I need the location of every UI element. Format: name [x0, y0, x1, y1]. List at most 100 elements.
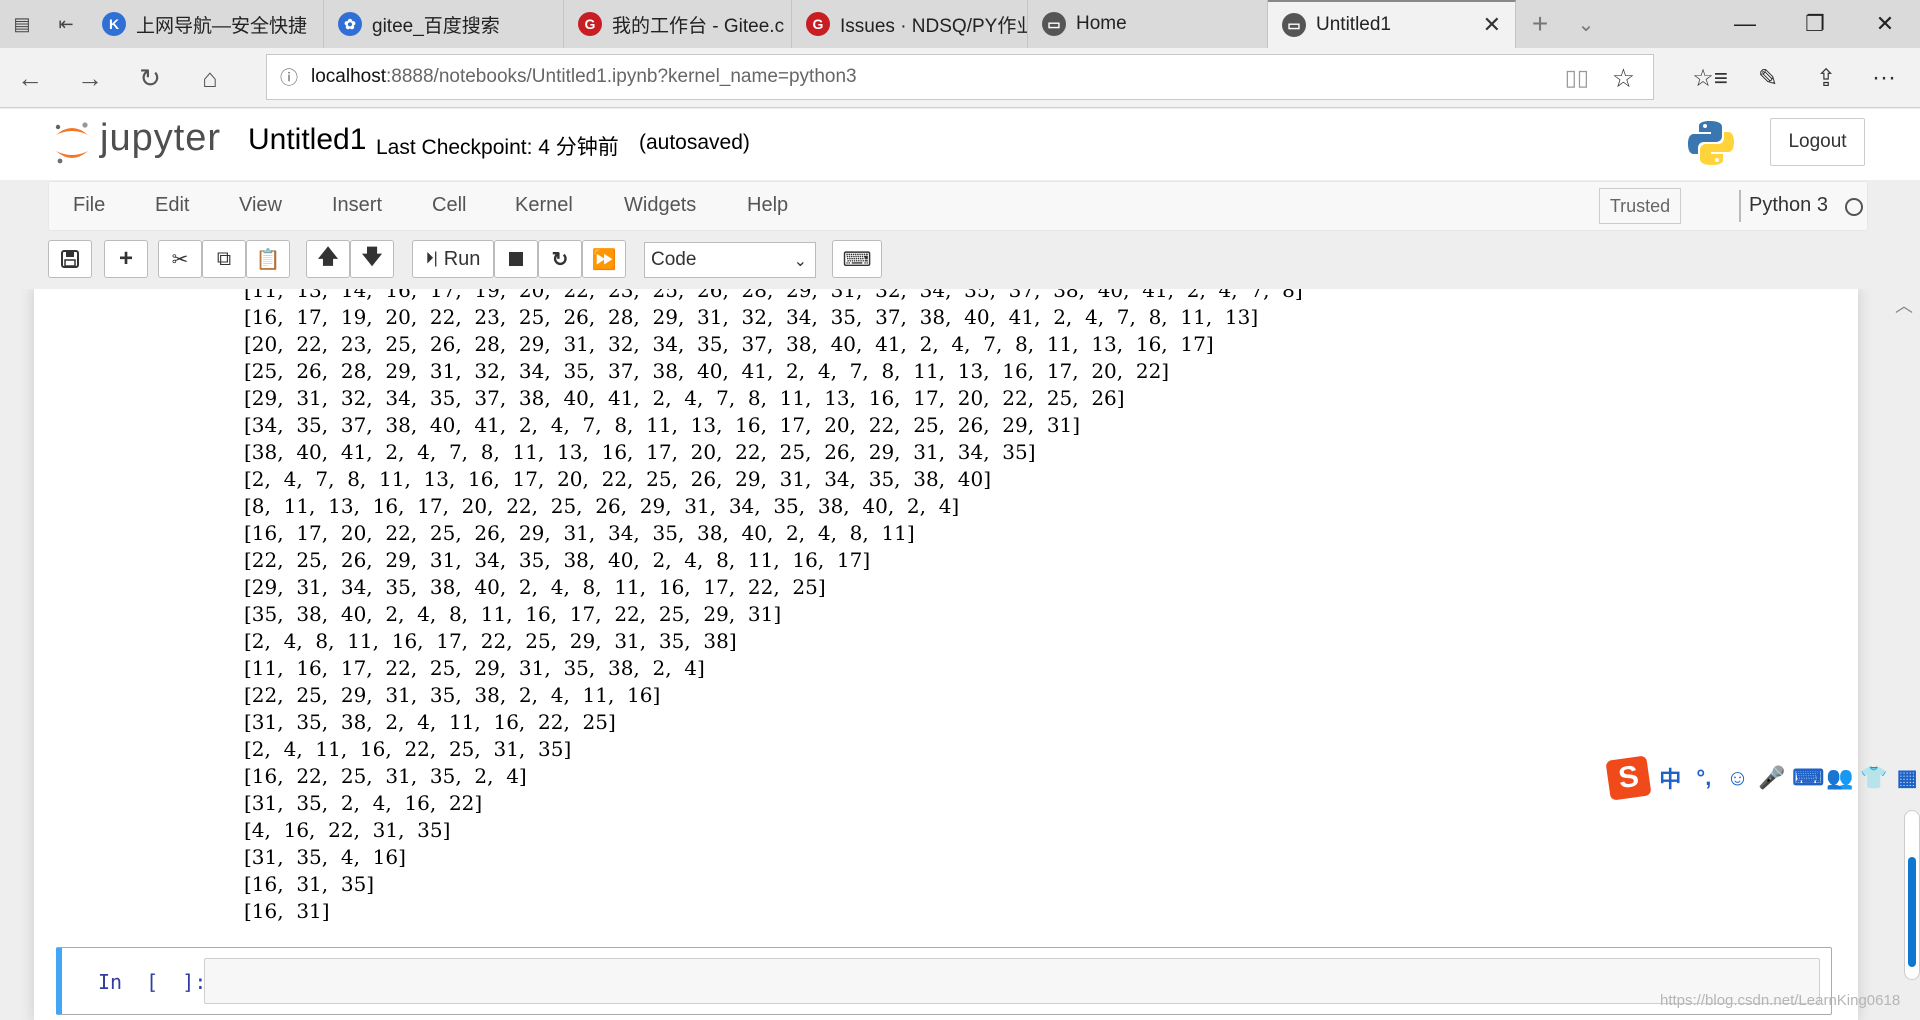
- output-line: [20, 22, 23, 25, 26, 28, 29, 31, 32, 34,…: [244, 332, 1214, 356]
- back-tabs-icon[interactable]: ⇤: [44, 0, 88, 48]
- cut-button[interactable]: ✂: [158, 240, 202, 278]
- output-line: [29, 31, 32, 34, 35, 37, 38, 40, 41, 2, …: [244, 386, 1125, 410]
- browser-tab[interactable]: G Issues · NDSQ/PY作业: [792, 0, 1028, 48]
- ime-toolbar: S 中 °, ☺ 🎤 ⌨ 👥 👕 ▦: [1605, 755, 1920, 801]
- python-logo-icon: [1688, 121, 1734, 165]
- menu-file[interactable]: File: [73, 194, 105, 217]
- ime-punctuation-icon[interactable]: °,: [1691, 765, 1717, 791]
- tab-title: gitee_百度搜索: [372, 15, 500, 37]
- tab-title: 上网导航—安全快捷: [136, 15, 308, 37]
- menu-view[interactable]: View: [239, 194, 282, 217]
- favorite-star-icon[interactable]: ☆: [1612, 63, 1635, 94]
- ime-skin-icon[interactable]: 👕: [1860, 765, 1887, 791]
- page-icon: ▭: [1282, 13, 1306, 37]
- restart-run-all-button[interactable]: ⏩: [582, 240, 626, 278]
- menu-insert[interactable]: Insert: [332, 194, 382, 217]
- menu-help[interactable]: Help: [747, 194, 788, 217]
- tab-groups-icon[interactable]: ▤: [0, 0, 44, 48]
- copy-button[interactable]: ⧉: [202, 240, 246, 278]
- tab-title: Home: [1076, 13, 1127, 34]
- browser-tab[interactable]: K 上网导航—安全快捷: [88, 0, 324, 48]
- close-window-button[interactable]: ✕: [1850, 0, 1920, 48]
- run-label: Run: [443, 247, 481, 270]
- browser-tab[interactable]: G 我的工作台 - Gitee.c: [564, 0, 792, 48]
- paste-icon: 📋: [255, 248, 281, 271]
- interrupt-button[interactable]: [494, 240, 538, 278]
- ime-emoji-icon[interactable]: ☺: [1725, 765, 1751, 791]
- move-down-button[interactable]: 🡇: [350, 240, 394, 278]
- stop-icon: [509, 252, 523, 266]
- share-icon[interactable]: ⇪: [1804, 56, 1848, 100]
- output-line: [16, 17, 19, 20, 22, 23, 25, 26, 28, 29,…: [244, 305, 1259, 329]
- sogou-logo-icon[interactable]: S: [1605, 755, 1653, 801]
- browser-tab-strip: ▤ ⇤ K 上网导航—安全快捷 ✿ gitee_百度搜索 G 我的工作台 - Gitee.…: [0, 0, 1920, 48]
- output-line: [25, 26, 28, 29, 31, 32, 34, 35, 37, 38,…: [244, 359, 1170, 383]
- notebook-scroll-area[interactable]: [11, 13, 14, 16, 17, 19, 20, 22, 23, 25,…: [0, 289, 1920, 1020]
- close-tab-icon[interactable]: ✕: [1483, 12, 1501, 38]
- new-tab-button[interactable]: +: [1516, 0, 1564, 48]
- logout-button[interactable]: Logout: [1770, 118, 1865, 166]
- browser-tab[interactable]: ▭ Home: [1028, 0, 1268, 48]
- ime-user-icon[interactable]: 👥: [1826, 765, 1853, 791]
- reading-view-icon[interactable]: ▯▯: [1565, 65, 1589, 91]
- kernel-idle-indicator-icon: [1845, 198, 1863, 216]
- output-line: [2, 4, 8, 11, 16, 17, 22, 25, 29, 31, 35…: [244, 629, 737, 653]
- trusted-indicator[interactable]: Trusted: [1599, 188, 1681, 224]
- ime-microphone-icon[interactable]: 🎤: [1758, 765, 1785, 791]
- browser-tab[interactable]: ▭ Untitled1 ✕: [1268, 0, 1516, 48]
- more-icon[interactable]: ···: [1862, 56, 1906, 100]
- tab-title: Issues · NDSQ/PY作业: [840, 15, 1028, 37]
- ime-toolbox-icon[interactable]: ▦: [1894, 765, 1920, 791]
- cell-output: [11, 13, 14, 16, 17, 19, 20, 22, 23, 25,…: [244, 289, 1303, 925]
- notebook-container: [11, 13, 14, 16, 17, 19, 20, 22, 23, 25,…: [34, 289, 1858, 1020]
- baidu-paw-icon: ✿: [338, 12, 362, 36]
- minimize-button[interactable]: —: [1710, 0, 1780, 48]
- command-palette-button[interactable]: ⌨: [832, 240, 882, 278]
- gitee-icon: G: [578, 12, 602, 36]
- kernel-name[interactable]: Python 3: [1749, 194, 1828, 217]
- paste-button[interactable]: 📋: [246, 240, 290, 278]
- restore-button[interactable]: ❐: [1780, 0, 1850, 48]
- output-line: [22, 25, 29, 31, 35, 38, 2, 4, 11, 16]: [244, 683, 661, 707]
- last-checkpoint: Last Checkpoint: 4 分钟前: [376, 136, 619, 159]
- move-up-button[interactable]: 🡅: [306, 240, 350, 278]
- menu-kernel[interactable]: Kernel: [515, 194, 573, 217]
- ime-chinese-mode[interactable]: 中: [1657, 762, 1683, 794]
- run-button[interactable]: ⏵| Run: [412, 240, 494, 278]
- cell-type-select[interactable]: Code ⌄: [644, 242, 816, 278]
- code-input[interactable]: [204, 958, 1820, 1004]
- output-line: [2, 4, 11, 16, 22, 25, 31, 35]: [244, 737, 572, 761]
- jupyter-logo-icon[interactable]: [52, 119, 92, 167]
- output-line: [2, 4, 7, 8, 11, 13, 16, 17, 20, 22, 25,…: [244, 467, 992, 491]
- favorites-list-icon[interactable]: ☆≡: [1688, 56, 1732, 100]
- browser-tab[interactable]: ✿ gitee_百度搜索: [324, 0, 564, 48]
- ime-keyboard-icon[interactable]: ⌨: [1792, 765, 1824, 791]
- insert-cell-button[interactable]: +: [104, 240, 148, 278]
- chevron-down-icon: ⌄: [793, 253, 807, 270]
- menu-edit[interactable]: Edit: [155, 194, 189, 217]
- restart-icon: ↻: [551, 248, 569, 271]
- pen-icon[interactable]: ✎: [1746, 56, 1790, 100]
- menu-widgets[interactable]: Widgets: [624, 194, 696, 217]
- scroll-up-chevron-icon[interactable]: ︿: [1895, 292, 1913, 318]
- output-line: [16, 17, 20, 22, 25, 26, 29, 31, 34, 35,…: [244, 521, 915, 545]
- output-line: [4, 16, 22, 31, 35]: [244, 818, 451, 842]
- address-bar[interactable]: ⓘ localhost:8888/notebooks/Untitled1.ipy…: [266, 54, 1654, 100]
- thermometer-widget-icon: [1904, 810, 1920, 980]
- code-cell[interactable]: In [ ]:: [56, 947, 1832, 1015]
- save-button[interactable]: [48, 240, 92, 278]
- site-info-icon[interactable]: ⓘ: [267, 64, 311, 90]
- restart-button[interactable]: ↻: [538, 240, 582, 278]
- output-line: [35, 38, 40, 2, 4, 8, 11, 16, 17, 22, 25…: [244, 602, 782, 626]
- menu-cell[interactable]: Cell: [432, 194, 466, 217]
- output-line: [38, 40, 41, 2, 4, 7, 8, 11, 13, 16, 17,…: [244, 440, 1036, 464]
- home-icon[interactable]: ⌂: [188, 56, 232, 100]
- output-line: [31, 35, 4, 16]: [244, 845, 406, 869]
- notebook-name[interactable]: Untitled1: [248, 123, 366, 157]
- refresh-icon[interactable]: ↻: [128, 56, 172, 100]
- floppy-icon: [61, 250, 79, 268]
- tab-preview-chevron-icon[interactable]: ⌄: [1564, 0, 1608, 48]
- back-arrow-icon[interactable]: ←: [8, 56, 52, 100]
- jupyter-wordmark[interactable]: jupyter: [100, 117, 221, 160]
- forward-arrow-icon[interactable]: →: [68, 56, 112, 100]
